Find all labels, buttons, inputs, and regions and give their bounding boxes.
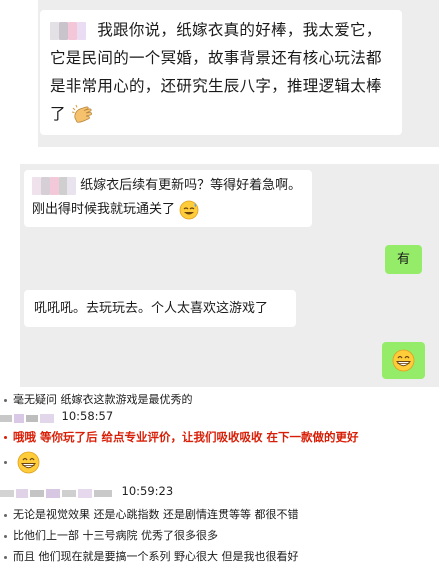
message-text-1: 我跟你说，纸嫁衣真的好棒，我太爱它，它是民间的一个冥婚，故事背景还有核心玩法都是… [50, 21, 382, 123]
sweat-smile-icon [179, 200, 199, 219]
log-text: 比他们上一部 十三号病院 优秀了很多很多 [13, 529, 218, 542]
log-text: 而且 他们现在就是要搞一个系列 野心很大 但是我也很看好 [13, 550, 299, 563]
log-emoji-line [4, 451, 40, 474]
log-text: 毫无疑问 纸嫁衣这款游戏是最优秀的 [13, 393, 193, 406]
timestamp: 10:59:23 [121, 484, 174, 498]
log-sender-1: 10:58:57 [0, 409, 113, 423]
blurred-avatar-sticker [50, 21, 92, 40]
message-bubble-4[interactable]: 吼吼吼。去玩玩去。个人太喜欢这游戏了 [24, 290, 296, 327]
log-line-3: 无论是视觉效果 还是心跳指数 还是剧情连贯等等 都很不错 [4, 506, 299, 522]
grinning-face-icon [392, 349, 415, 372]
log-sender-2: 10:59:23 [0, 484, 173, 498]
timestamp: 10:58:57 [61, 409, 114, 423]
log-text: 无论是视觉效果 还是心跳指数 还是剧情连贯等等 都很不错 [13, 508, 299, 521]
message-bubble-1[interactable]: 我跟你说，纸嫁衣真的好棒，我太爱它，它是民间的一个冥婚，故事背景还有核心玩法都是… [40, 10, 402, 135]
self-message-text: 有 [396, 252, 410, 267]
log-line-5: 而且 他们现在就是要搞一个系列 野心很大 但是我也很看好 [4, 548, 299, 564]
grinning-face-icon [17, 451, 39, 474]
log-line-1: 毫无疑问 纸嫁衣这款游戏是最优秀的 [4, 391, 193, 407]
blurred-sender-name [0, 488, 118, 498]
blurred-sender-name [0, 413, 58, 423]
blurred-avatar-sticker [32, 176, 76, 195]
message-text-4: 吼吼吼。去玩玩去。个人太喜欢这游戏了 [34, 301, 269, 316]
clapping-hands-icon [71, 104, 93, 123]
self-message-bubble[interactable]: 有 [385, 245, 422, 274]
log-line-2: 哦哦 等你玩了后 给点专业评价，让我们吸收吸收 在下一款做的更好 [4, 429, 359, 445]
self-emoji-bubble[interactable] [382, 342, 425, 379]
message-bubble-2[interactable]: 纸嫁衣后续有更新吗？等得好着急啊。刚出得时候我就玩通关了 [24, 170, 312, 227]
log-highlight-text: 哦哦 等你玩了后 给点专业评价，让我们吸收吸收 在下一款做的更好 [13, 430, 359, 444]
log-line-4: 比他们上一部 十三号病院 优秀了很多很多 [4, 527, 218, 543]
